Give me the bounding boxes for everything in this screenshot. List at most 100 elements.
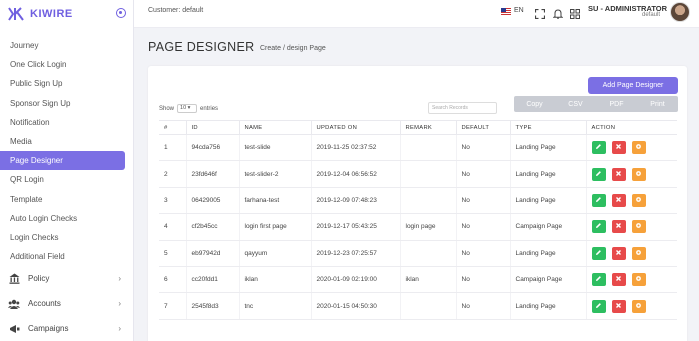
print-button[interactable]: Print [637,96,678,112]
edit-button[interactable] [591,193,606,207]
bell-icon[interactable] [552,6,564,19]
edit-button[interactable] [591,273,606,287]
copy-button[interactable]: Copy [514,96,555,112]
sidebar-item-journey[interactable]: Journey [0,36,133,55]
row-remark: iklan [400,266,457,294]
sidebar-item-additional-field[interactable]: Additional Field [0,247,133,266]
sidebar-item-login-checks[interactable]: Login Checks [0,228,133,247]
pdf-button[interactable]: PDF [596,96,637,112]
row-remark [400,187,457,215]
row-number: 4 [159,213,187,241]
sidebar-item-page-designer[interactable]: Page Designer [0,151,125,171]
column-header-default[interactable]: DEFAULT [456,120,511,135]
pencil-icon [595,222,602,231]
chevron-right-icon: › [118,274,121,284]
settings-button[interactable] [631,246,646,260]
sidebar-item-one-click-login[interactable]: One Click Login [0,55,133,74]
add-page-designer-button[interactable]: Add Page Designer [588,77,678,94]
sidebar-group-policy[interactable]: Policy › [0,266,133,291]
gear-icon [635,275,642,284]
us-flag-icon[interactable] [501,8,511,15]
row-actions [586,266,677,294]
edit-button[interactable] [591,220,606,234]
row-type: Landing Page [510,160,587,188]
fullscreen-icon[interactable] [534,6,546,20]
kiwire-logo-icon [8,7,26,21]
entries-label: entries [200,105,219,112]
settings-button[interactable] [631,220,646,234]
apps-grid-icon[interactable] [570,6,580,19]
pencil-icon [595,143,602,152]
row-name: test-slider-2 [239,160,312,188]
sidebar-toggle-icon[interactable] [116,8,126,18]
delete-button[interactable] [611,273,626,287]
row-actions [586,240,677,267]
sidebar-item-template[interactable]: Template [0,190,133,209]
avatar[interactable] [670,2,690,22]
row-updated-on: 2019-12-04 06:56:52 [311,160,401,188]
column-header-id[interactable]: ID [186,120,240,135]
table-row: 3 06429005 farhana-test 2019-12-09 07:48:23… [159,187,677,215]
delete-button[interactable] [611,167,626,181]
delete-button[interactable] [611,246,626,260]
column-header-type[interactable]: TYPE [510,120,587,135]
settings-button[interactable] [631,193,646,207]
row-type: Campaign Page [510,266,587,294]
sidebar-item-public-sign-up[interactable]: Public Sign Up [0,74,133,93]
page-designer-card: Add Page Designer Show 10 ▾ entries Sear… [148,66,687,341]
row-id: 2545f8d3 [186,292,240,320]
row-id: 94cda756 [186,134,240,162]
gear-icon [635,222,642,231]
sidebar-group-accounts[interactable]: Accounts › [0,291,133,316]
sidebar-item-qr-login[interactable]: QR Login [0,170,133,189]
column-header-updated-on[interactable]: UPDATED ON [311,120,401,135]
gear-icon [635,196,642,205]
close-icon [615,196,622,205]
sidebar-item-notification[interactable]: Notification [0,113,133,132]
csv-button[interactable]: CSV [555,96,596,112]
settings-button[interactable] [631,167,646,181]
language-selector[interactable]: EN [514,7,524,14]
row-updated-on: 2019-12-09 07:48:23 [311,187,401,215]
page-scrollbar[interactable] [690,28,699,341]
settings-button[interactable] [631,299,646,313]
settings-button[interactable] [631,273,646,287]
gear-icon [635,143,642,152]
edit-button[interactable] [591,246,606,260]
edit-button[interactable] [591,167,606,181]
sidebar-item-auto-login-checks[interactable]: Auto Login Checks [0,209,133,228]
export-buttons: Copy CSV PDF Print [514,96,678,112]
gear-icon [635,302,642,311]
row-number: 1 [159,134,187,162]
edit-button[interactable] [591,299,606,313]
row-default: No [456,240,511,267]
delete-button[interactable] [611,193,626,207]
row-remark [400,292,457,320]
sidebar-item-sponsor-sign-up[interactable]: Sponsor Sign Up [0,94,133,113]
delete-button[interactable] [611,299,626,313]
column-header-number[interactable]: # [159,120,187,135]
column-header-name[interactable]: NAME [239,120,312,135]
edit-button[interactable] [591,141,606,155]
table-header-row: # ID NAME UPDATED ON REMARK DEFAULT TYPE… [159,120,677,135]
row-name: qayyum [239,240,312,267]
table-row: 1 94cda756 test-slide 2019-11-25 02:37:52 No… [159,134,677,162]
column-header-action: ACTION [586,120,677,135]
delete-button[interactable] [611,220,626,234]
action-buttons [591,167,678,181]
column-header-remark[interactable]: REMARK [400,120,457,135]
sidebar-menu: Journey One Click Login Public Sign Up S… [0,36,133,266]
brand[interactable]: KIWIRE [0,0,133,28]
row-default: No [456,160,511,188]
users-icon [8,298,20,310]
pencil-icon [595,302,602,311]
page-length-control: Show 10 ▾ entries [159,104,218,113]
delete-button[interactable] [611,141,626,155]
page-length-select[interactable]: 10 ▾ [177,104,198,113]
sidebar-group-campaigns[interactable]: Campaigns › [0,316,133,341]
search-input[interactable]: Search Records [428,102,497,114]
row-id: eb97942d [186,240,240,267]
settings-button[interactable] [631,141,646,155]
table-body: 1 94cda756 test-slide 2019-11-25 02:37:52 No… [159,134,678,320]
sidebar-item-media[interactable]: Media [0,132,133,151]
